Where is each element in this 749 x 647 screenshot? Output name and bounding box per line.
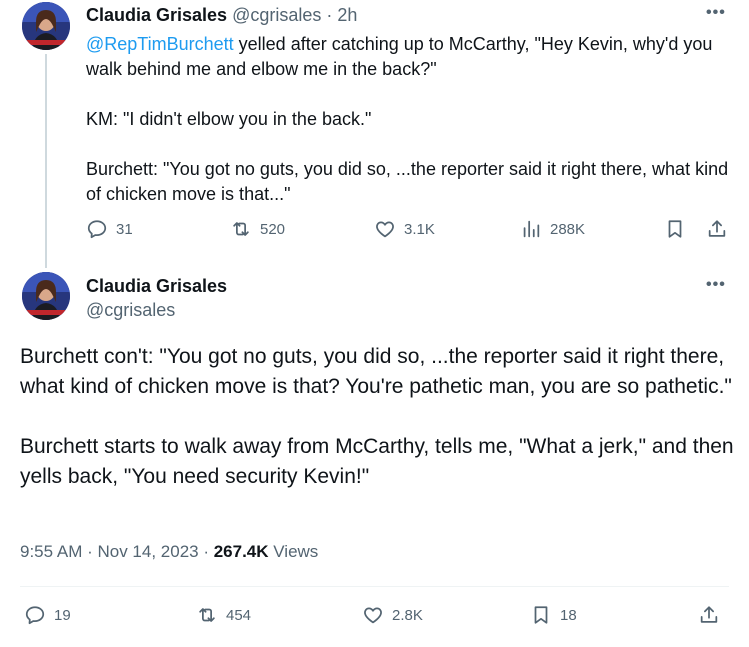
repost-count: 520 (260, 220, 286, 238)
tweet2-actions: 19 454 2.8K 18 (20, 604, 735, 632)
reply-icon (25, 606, 45, 625)
more-options-icon[interactable]: ••• (706, 4, 726, 22)
view-count: 267.4K (213, 542, 269, 561)
reply-button[interactable]: 19 (24, 604, 71, 626)
header-dot: · (326, 5, 333, 25)
views-button[interactable]: 288K (520, 218, 585, 240)
thread-connector (45, 54, 47, 268)
avatar-photo (22, 2, 70, 50)
reply-icon (87, 220, 107, 239)
repost-icon (199, 608, 215, 622)
bookmark-count: 18 (560, 606, 577, 624)
divider (20, 586, 729, 587)
heart-icon (364, 607, 382, 624)
author-handle[interactable]: @cgrisales (86, 300, 175, 321)
author-handle[interactable]: @cgrisales (232, 5, 321, 25)
tweet-time[interactable]: 2h (337, 5, 357, 25)
mention-link[interactable]: @RepTimBurchett (86, 34, 234, 54)
tweet2-para1: Burchett con't: "You got no guts, you di… (20, 345, 732, 398)
repost-icon (233, 222, 249, 236)
like-count: 2.8K (392, 606, 423, 624)
tweet1-actions: 31 520 3.1K 288K (86, 218, 736, 246)
share-icon (708, 220, 726, 237)
avatar-photo (22, 272, 70, 320)
views-count: 288K (550, 220, 586, 238)
like-button[interactable]: 3.1K (374, 218, 435, 240)
tweet1-header: Claudia Grisales @cgrisales · 2h (86, 4, 357, 26)
repost-button[interactable]: 454 (196, 604, 251, 626)
tweet2-text: Burchett con't: "You got no guts, you di… (20, 342, 735, 492)
heart-icon (376, 221, 394, 238)
analytics-icon (523, 220, 540, 238)
tweet1-line2: KM: "I didn't elbow you in the back." (86, 109, 372, 129)
tweet1-line3: Burchett: "You got no guts, you did so, … (86, 159, 729, 204)
reply-count: 19 (54, 606, 71, 624)
tweet2-para2: Burchett starts to walk away from McCart… (20, 435, 734, 488)
author-name[interactable]: Claudia Grisales (86, 276, 227, 297)
bookmark-icon (668, 220, 682, 238)
tweet1-text: @RepTimBurchett yelled after catching up… (86, 32, 736, 207)
views-label: Views (268, 542, 319, 561)
meta-separator: · (198, 542, 214, 561)
bookmark-button[interactable]: 18 (530, 604, 577, 626)
bookmark-icon (534, 606, 548, 624)
author-name[interactable]: Claudia Grisales (86, 5, 227, 25)
tweet-timestamp[interactable]: 9:55 AM · Nov 14, 2023 (20, 542, 199, 561)
like-button[interactable]: 2.8K (362, 604, 423, 626)
more-options-icon[interactable]: ••• (706, 276, 726, 294)
tweet-meta: 9:55 AM · Nov 14, 2023 · 267.4K Views (20, 542, 318, 562)
share-icon (700, 606, 718, 623)
repost-count: 454 (226, 606, 252, 624)
share-button[interactable] (706, 218, 728, 240)
reply-count: 31 (116, 220, 133, 238)
like-count: 3.1K (404, 220, 435, 238)
author-avatar[interactable] (22, 272, 70, 320)
author-avatar[interactable] (22, 2, 70, 50)
repost-button[interactable]: 520 (230, 218, 285, 240)
reply-button[interactable]: 31 (86, 218, 133, 240)
share-button[interactable] (698, 604, 720, 626)
bookmark-button[interactable] (664, 218, 686, 240)
